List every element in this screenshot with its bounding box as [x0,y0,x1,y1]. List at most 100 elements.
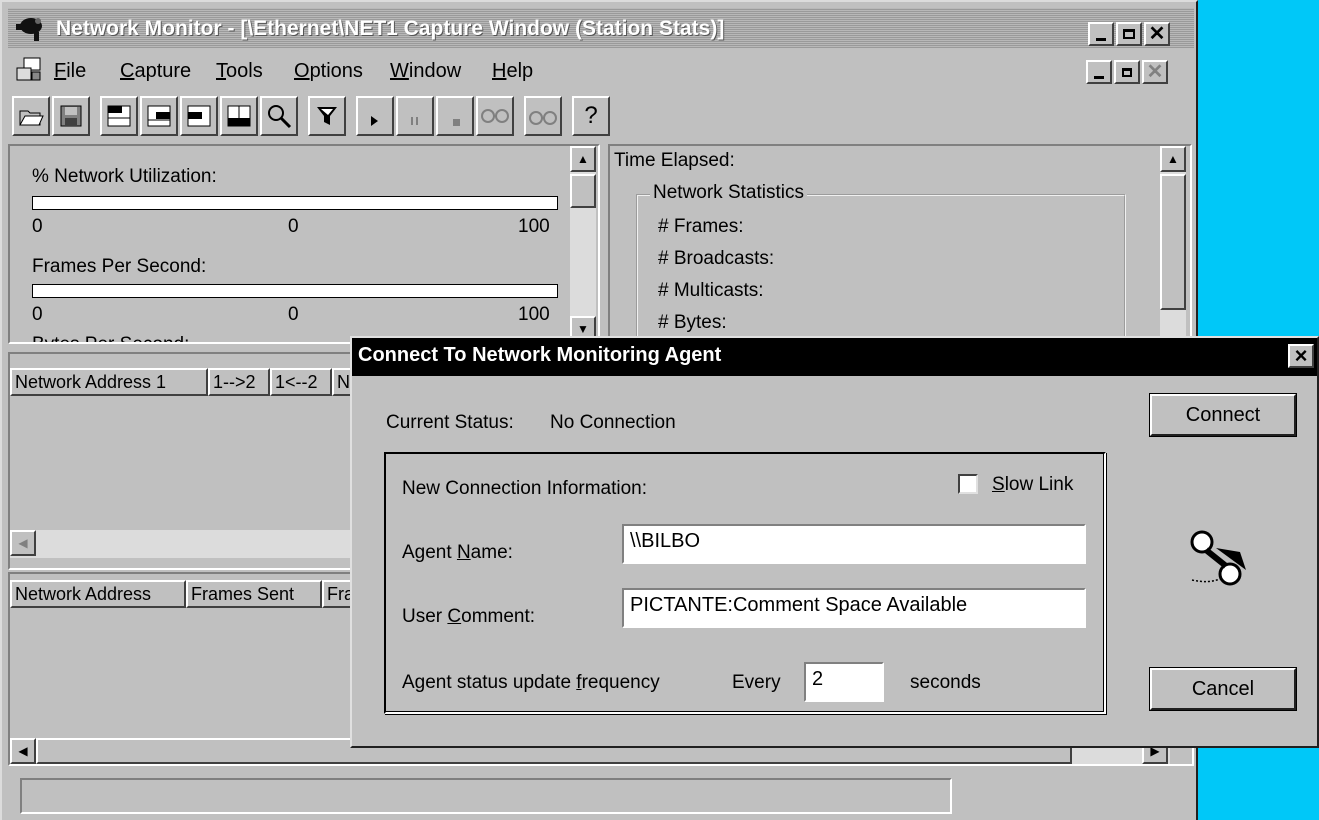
zoom-button[interactable] [260,96,298,136]
arrow-up-icon: ▲ [1167,152,1179,166]
menu-tools[interactable]: Tools [216,60,263,83]
agent-connection-icon [1190,530,1246,586]
dialog-close-button[interactable]: × [1288,343,1314,368]
column-frames-sent[interactable]: Frames Sent [186,580,322,608]
graph-pane-scrollbar[interactable]: ▲ ▼ [570,146,596,342]
menu-bar: File Capture Tools Options Window Help ✕ [8,54,1194,90]
close-icon: ✕ [1146,61,1164,83]
menu-tools-key: T [216,60,226,82]
maximize-button[interactable] [1116,22,1142,46]
window-layout-1-button[interactable] [100,96,138,136]
network-monitor-app-icon[interactable] [14,12,46,42]
dialog-title-bar[interactable]: Connect To Network Monitoring Agent × [352,338,1317,376]
menu-options[interactable]: Options [294,60,363,83]
menu-capture[interactable]: Capture [120,60,191,83]
minimize-button[interactable] [1088,22,1114,46]
menu-options-rest: ptions [309,60,363,82]
connection-info-label: New Connection Information: [402,478,648,499]
window-title: Network Monitor - [\Ethernet\NET1 Captur… [56,17,725,40]
menu-help[interactable]: Help [492,60,533,83]
statistics-pane-scrollbar[interactable]: ▲ [1160,146,1186,342]
start-capture-button[interactable] [356,96,394,136]
window-layout-4-button[interactable] [220,96,258,136]
view-captured-data-button[interactable] [524,96,562,136]
window-layout-2-button[interactable] [140,96,178,136]
window-title-bar[interactable]: Network Monitor - [\Ethernet\NET1 Captur… [8,8,1194,48]
stop-capture-button[interactable] [436,96,474,136]
magnifier-icon [268,105,292,129]
menu-capture-key: C [120,60,135,82]
menu-options-key: O [294,60,310,82]
utilization-min: 0 [32,216,43,237]
arrow-left-icon: ◀ [18,744,28,758]
pane-layout-3-icon [187,105,211,127]
child-minimize-button[interactable] [1086,60,1112,84]
cancel-button[interactable]: Cancel [1149,667,1297,711]
close-button[interactable]: ✕ [1144,22,1170,46]
floppy-disk-icon [60,105,82,127]
user-comment-rest: omment: [461,606,536,627]
menu-help-rest: elp [506,60,534,82]
agent-name-pre: Agent [402,542,457,563]
pane-layout-4-icon [227,105,251,127]
update-frequency-pre: Agent status update [402,672,577,693]
scroll-thumb[interactable] [1160,174,1186,310]
capture-filter-button[interactable] [308,96,346,136]
bytes-per-second-label: Bytes Per Second: [32,334,189,342]
menu-tools-rest: ools [226,60,263,82]
scroll-thumb[interactable] [570,174,596,208]
arrow-left-icon: ◀ [18,536,28,550]
scroll-left-button[interactable]: ◀ [10,738,36,764]
menu-file[interactable]: File [54,60,86,83]
slow-link-key: S [992,474,1005,495]
slow-link-checkbox[interactable] [958,474,978,494]
pane-layout-2-icon [147,105,171,127]
stop-and-view-button[interactable] [476,96,514,136]
current-status-label: Current Status: [386,412,514,433]
play-icon [371,116,378,126]
pane-layout-1-icon [107,105,131,127]
minimize-icon [1094,75,1104,79]
time-elapsed-label: Time Elapsed: [614,150,735,171]
update-frequency-label: Agent status update frequency [402,672,660,694]
graph-pane: % Network Utilization: 0 0 100 Frames Pe… [8,144,600,344]
mdi-child-icon[interactable] [14,56,44,86]
user-comment-label: User Comment: [402,606,535,628]
pause-capture-button[interactable] [396,96,434,136]
column-network-address-1[interactable]: Network Address 1 [10,368,208,396]
frames-max: 100 [518,304,550,325]
scroll-up-button[interactable]: ▲ [570,146,596,172]
child-restore-button[interactable] [1114,60,1140,84]
menu-window[interactable]: Window [390,60,461,83]
scroll-left-button[interactable]: ◀ [10,530,36,556]
column-network-address[interactable]: Network Address [10,580,186,608]
scroll-up-button[interactable]: ▲ [1160,146,1186,172]
user-comment-input[interactable]: PICTANTE:Comment Space Available [622,588,1086,628]
help-button[interactable]: ? [572,96,610,136]
child-close-button[interactable]: ✕ [1142,60,1168,84]
slow-link-label[interactable]: Slow Link [992,474,1073,496]
update-frequency-input[interactable]: 2 [804,662,884,702]
utilization-max: 100 [518,216,550,237]
agent-name-input[interactable]: \\BILBO [622,524,1086,564]
statistics-pane: Time Elapsed: Network Statistics # Frame… [608,144,1192,344]
agent-name-key: N [456,542,471,563]
restore-icon [1122,67,1132,77]
dialog-title: Connect To Network Monitoring Agent [358,344,722,366]
window-layout-3-button[interactable] [180,96,218,136]
save-button[interactable] [52,96,90,136]
open-button[interactable] [12,96,50,136]
frames-min: 0 [32,304,43,325]
utilization-value: 0 [288,216,299,237]
menu-help-key: H [492,60,507,82]
column-1-to-2[interactable]: 1-->2 [208,368,270,396]
connect-button[interactable]: Connect [1149,393,1297,437]
status-bar-field [20,778,952,814]
utilization-gauge [32,196,558,210]
stop-icon [453,119,460,126]
bytes-count-label: # Bytes: [658,312,727,333]
column-2-to-1[interactable]: 1<--2 [270,368,332,396]
every-label: Every [732,672,781,693]
menu-window-key: W [390,60,409,82]
arrow-up-icon: ▲ [577,152,589,166]
